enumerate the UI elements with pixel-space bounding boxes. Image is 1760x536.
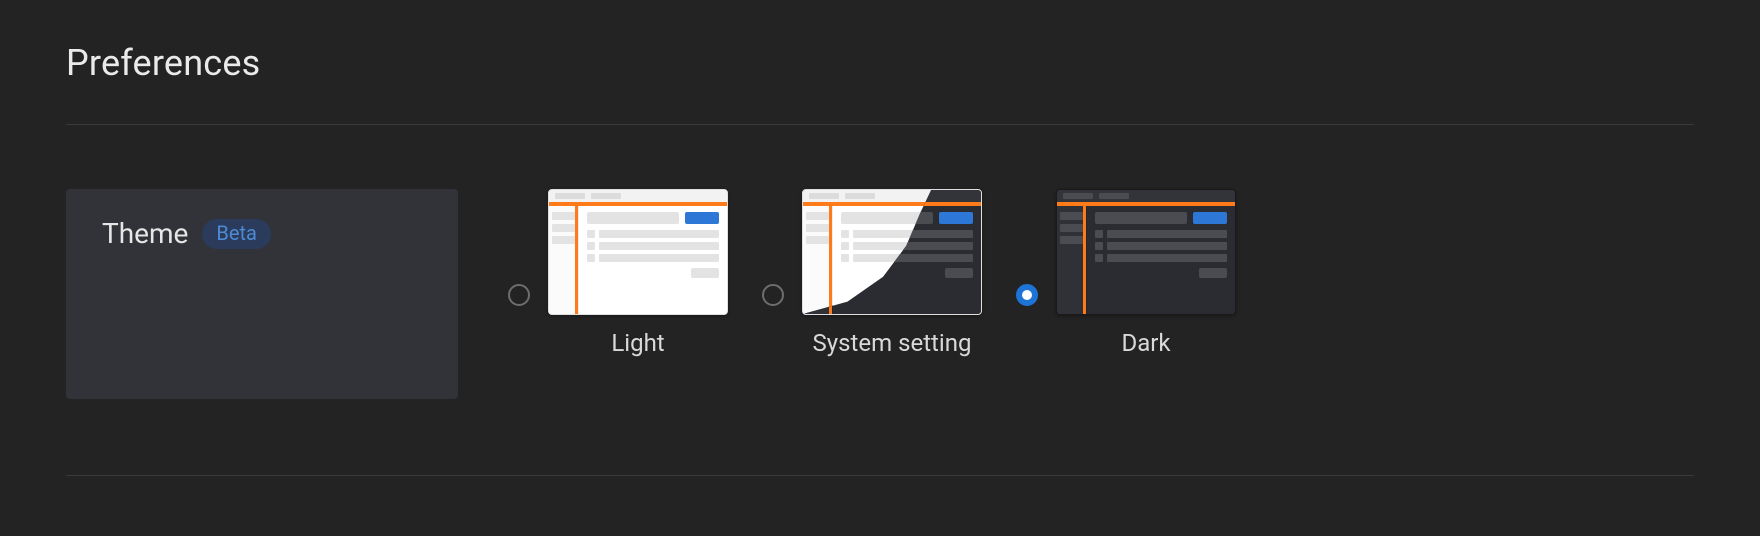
theme-option-label: Dark — [1121, 329, 1170, 357]
theme-option-system[interactable]: System setting — [762, 189, 982, 357]
bottom-divider — [66, 475, 1694, 476]
thumbnail-light[interactable] — [548, 189, 728, 315]
top-divider — [66, 124, 1694, 125]
thumbnail-system[interactable] — [802, 189, 982, 315]
theme-label-panel: Theme Beta — [66, 189, 458, 399]
page-title: Preferences — [66, 42, 1694, 84]
theme-label: Theme — [102, 217, 188, 250]
theme-option-light[interactable]: Light — [508, 189, 728, 357]
radio-dark[interactable] — [1016, 284, 1038, 306]
theme-option-label: Light — [611, 329, 664, 357]
theme-option-label: System setting — [813, 329, 972, 357]
theme-option-dark[interactable]: Dark — [1016, 189, 1236, 357]
thumbnail-dark[interactable] — [1056, 189, 1236, 315]
radio-system[interactable] — [762, 284, 784, 306]
radio-light[interactable] — [508, 284, 530, 306]
theme-options: Light — [458, 189, 1694, 399]
beta-badge: Beta — [202, 219, 271, 249]
theme-setting-row: Theme Beta — [66, 189, 1694, 399]
